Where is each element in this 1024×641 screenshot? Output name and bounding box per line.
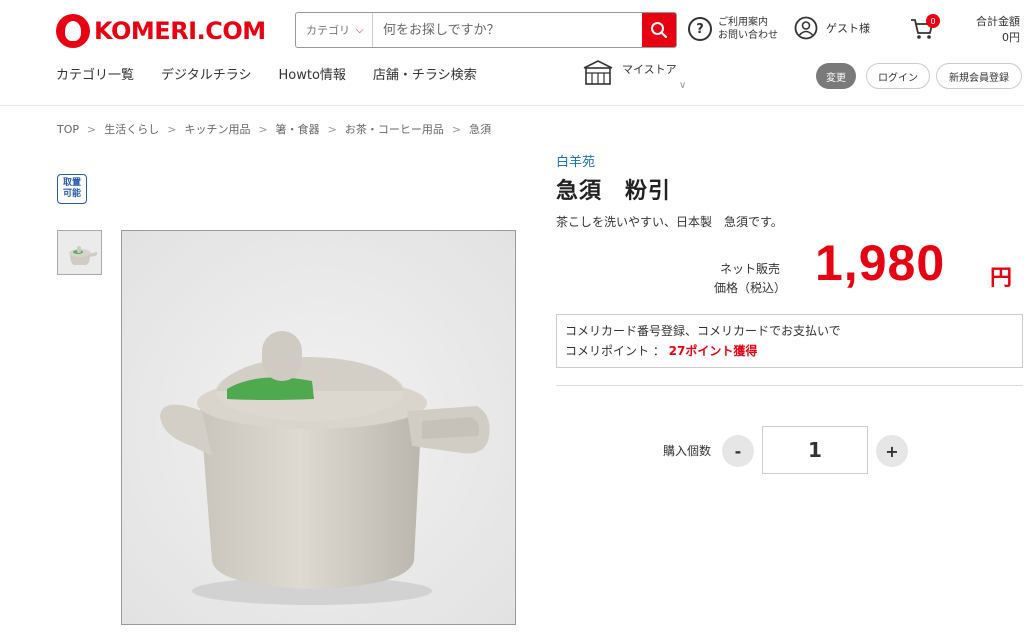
search-input[interactable] [373, 13, 642, 47]
cart-button[interactable]: 0 [910, 14, 940, 42]
chevron-right-icon: > [167, 122, 177, 136]
help-label-1: ご利用案内 [718, 17, 768, 28]
search-icon [651, 22, 668, 39]
price-unit: 円 [990, 266, 1013, 291]
store-icon [583, 60, 613, 85]
teapot-image [122, 231, 515, 624]
points-condition-text: コメリカード番号登録、コメリカードでお支払いで [565, 324, 841, 338]
breadcrumb-item[interactable]: 生活くらし [104, 121, 159, 137]
breadcrumb-item[interactable]: 箸・食器 [276, 121, 320, 137]
search-category-select[interactable]: カテゴリ ⌵ [296, 13, 373, 47]
product-price: 1,980 [815, 235, 946, 291]
cart-count-badge: 0 [926, 14, 940, 28]
product-thumbnail[interactable] [57, 230, 102, 275]
breadcrumb-item[interactable]: お茶・コーヒー用品 [345, 121, 444, 137]
user-icon [794, 16, 818, 40]
price-label-line-1: ネット販売 [719, 262, 780, 276]
product-brand[interactable]: 白羊苑 [556, 151, 595, 170]
rooster-logo-icon [56, 14, 90, 48]
mystore-menu[interactable]: マイストア ∨ [582, 58, 686, 91]
price-label: ネット販売 価格（税込） [710, 260, 790, 298]
user-label: ゲスト様 [826, 22, 870, 35]
quantity-decrease-button[interactable]: - [722, 435, 754, 467]
nav-store-search[interactable]: 店舗・チラシ検索 [373, 64, 477, 83]
pickup-available-badge: 取置 可能 [57, 174, 87, 204]
chevron-down-icon: ∨ [679, 80, 687, 91]
section-divider [556, 385, 1023, 386]
question-icon: ? [688, 17, 712, 41]
nav-digital-flyer[interactable]: デジタルチラシ [161, 64, 251, 83]
quantity-input[interactable] [762, 426, 868, 474]
nav-category-list[interactable]: カテゴリ一覧 [56, 64, 134, 83]
total-value: 0円 [1002, 31, 1020, 44]
points-value: 27ポイント獲得 [668, 344, 758, 358]
help-link[interactable]: ? ご利用案内 お問い合わせ [688, 16, 778, 42]
login-button[interactable]: ログイン [866, 63, 930, 89]
search-button[interactable] [642, 13, 676, 47]
total-label: 合計金額 [976, 15, 1020, 28]
points-label: コメリポイント ： [565, 344, 669, 358]
search-bar: カテゴリ ⌵ [295, 12, 677, 48]
price-label-line-2: 価格（税込） [713, 281, 786, 295]
product-main-image[interactable] [121, 230, 516, 625]
chevron-down-icon: ⌵ [356, 24, 364, 36]
cart-total: 合計金額 0円 [976, 14, 1020, 46]
user-account-link[interactable]: ゲスト様 [794, 16, 870, 40]
chevron-right-icon: > [87, 122, 97, 136]
site-header: KOMERI.COM カテゴリ ⌵ ? ご利用案内 お問い合わせ ゲスト様 [0, 0, 1024, 106]
product-title: 急須 粉引 [556, 179, 672, 204]
chevron-right-icon: > [451, 122, 462, 136]
nav-howto[interactable]: Howto情報 [279, 64, 346, 83]
mystore-label: マイストア [622, 63, 677, 76]
main-nav: カテゴリ一覧 デジタルチラシ Howto情報 店舗・チラシ検索 [56, 64, 504, 83]
logo-text: KOMERI.COM [94, 17, 266, 45]
search-category-label: カテゴリ [306, 24, 350, 37]
help-label-2: お問い合わせ [718, 30, 778, 41]
register-button[interactable]: 新規会員登録 [936, 63, 1022, 89]
badge-line-1: 取置 [62, 178, 81, 188]
chevron-right-icon: > [327, 122, 337, 136]
product-description: 茶こしを洗いやすい、日本製 急須です。 [556, 215, 783, 229]
breadcrumb-item[interactable]: TOP [57, 123, 79, 136]
quantity-increase-button[interactable]: + [876, 435, 908, 467]
breadcrumb-item[interactable]: キッチン用品 [184, 121, 250, 137]
points-info-box: コメリカード番号登録、コメリカードでお支払いで コメリポイント ： 27ポイント… [556, 314, 1023, 368]
komeri-logo[interactable]: KOMERI.COM [56, 14, 266, 48]
quantity-label: 購入個数 [663, 444, 712, 458]
chevron-right-icon: > [258, 122, 268, 136]
breadcrumb-current: 急須 [469, 123, 492, 136]
store-change-button[interactable]: 変更 [816, 63, 856, 89]
breadcrumb: TOP > 生活くらし > キッチン用品 > 箸・食器 > お茶・コーヒー用品 … [57, 121, 491, 137]
badge-line-2: 可能 [62, 189, 81, 199]
teapot-thumbnail-image [59, 232, 100, 273]
